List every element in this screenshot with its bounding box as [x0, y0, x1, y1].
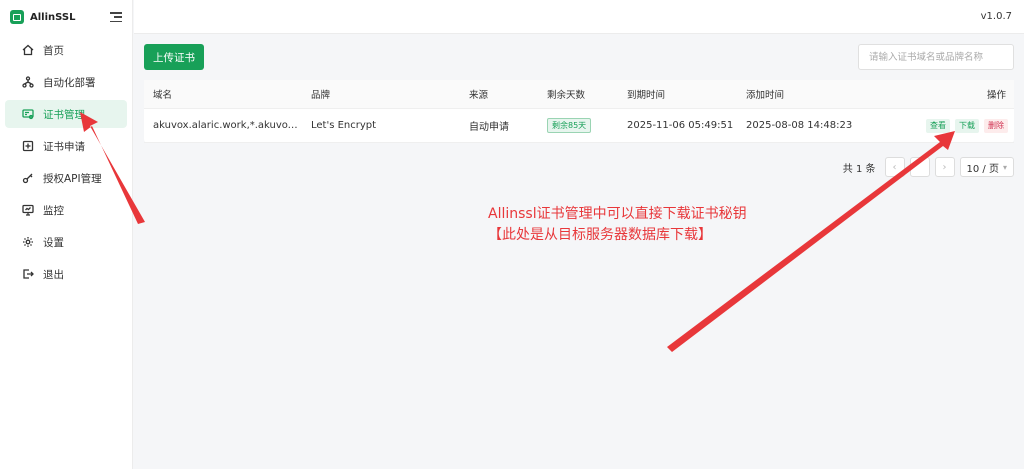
sidebar-item-logout[interactable]: 退出 — [5, 260, 127, 288]
download-button[interactable]: 下载 — [955, 118, 979, 133]
header-ops: 操作 — [910, 87, 1014, 101]
page-size-value: 10 / 页 — [966, 163, 999, 175]
app-name: AllinSSL — [30, 11, 76, 23]
key-icon — [21, 171, 35, 185]
brand: AllinSSL — [0, 0, 132, 34]
cell-added: 2025-08-08 14:48:23 — [746, 120, 853, 131]
cell-brand: Let's Encrypt — [311, 120, 377, 131]
chevron-down-icon: ▾ — [1002, 162, 1007, 172]
days-remaining-badge: 剩余85天 — [547, 118, 592, 133]
annotation-text: Allinssl证书管理中可以直接下载证书秘钥 【此处是从目标服务器数据库下载】 — [488, 204, 747, 246]
version-label: v1.0.7 — [980, 11, 1012, 22]
sidebar-item-label: 退出 — [43, 268, 64, 281]
annotation-line-1: Allinssl证书管理中可以直接下载证书秘钥 — [488, 206, 747, 222]
cell-days: 剩余85天 — [538, 118, 618, 133]
next-page-button[interactable]: › — [934, 157, 955, 177]
topbar: v1.0.7 — [134, 0, 1024, 34]
table-header: 域名 品牌 来源 剩余天数 到期时间 添加时间 操作 — [144, 80, 1014, 109]
table-row: akuvox.alaric.work,*.akuvox.al... Let's … — [144, 109, 1014, 143]
sidebar-item-home[interactable]: 首页 — [5, 36, 127, 64]
sidebar-item-label: 授权API管理 — [43, 172, 102, 185]
annotation-line-2: 【此处是从目标服务器数据库下载】 — [488, 227, 712, 243]
sidebar-item-label: 监控 — [43, 204, 64, 217]
header-added: 添加时间 — [746, 90, 785, 101]
header-ops-label: 操作 — [986, 90, 1006, 101]
cell-expire: 2025-11-06 05:49:51 — [627, 120, 734, 131]
plus-square-icon — [21, 139, 35, 153]
upload-cert-button[interactable]: 上传证书 — [144, 44, 204, 70]
pagination: 共 1 条 ‹ › 10 / 页 ▾ — [843, 157, 1014, 177]
sidebar-item-monitor[interactable]: 监控 — [5, 196, 127, 224]
sidebar-item-api-manage[interactable]: 授权API管理 — [5, 164, 127, 192]
sidebar-item-label: 自动化部署 — [43, 76, 96, 89]
sidebar-item-settings[interactable]: 设置 — [5, 228, 127, 256]
sidebar-item-auto-deploy[interactable]: 自动化部署 — [5, 68, 127, 96]
sidebar-item-cert-apply[interactable]: 证书申请 — [5, 132, 127, 160]
header-domain: 域名 — [153, 90, 173, 101]
header-source: 来源 — [469, 90, 489, 101]
cell-source: 自动申请 — [469, 122, 509, 133]
sidebar-item-cert-manage[interactable]: 证书管理 — [5, 100, 127, 128]
cell-domain: akuvox.alaric.work,*.akuvox.al... — [153, 120, 302, 131]
monitor-icon — [21, 203, 35, 217]
header-expire: 到期时间 — [627, 90, 666, 101]
allinssl-logo-icon — [10, 10, 24, 24]
prev-page-button[interactable]: ‹ — [884, 157, 905, 177]
total-count: 共 1 条 — [842, 163, 876, 175]
toolbar: 上传证书 — [144, 44, 1014, 70]
page-size-select[interactable]: 10 / 页 ▾ — [959, 157, 1014, 177]
header-brand: 品牌 — [311, 90, 331, 101]
gear-icon — [21, 235, 35, 249]
sidebar-item-label: 设置 — [43, 236, 64, 249]
sidebar-menu: 首页 自动化部署 证书管理 证书申请 授权API管理 监控 设置 退出 — [0, 36, 132, 288]
logout-icon — [21, 267, 35, 281]
workflow-icon — [21, 75, 35, 89]
home-icon — [21, 43, 35, 57]
page-number-button[interactable] — [909, 157, 930, 177]
search-input[interactable] — [858, 44, 1014, 70]
sidebar-item-label: 首页 — [43, 44, 64, 57]
sidebar: AllinSSL 首页 自动化部署 证书管理 证书申请 授权API管理 监控 设… — [0, 0, 133, 469]
view-button[interactable]: 查看 — [926, 118, 950, 133]
header-days: 剩余天数 — [547, 90, 586, 101]
collapse-menu-icon[interactable] — [110, 12, 122, 22]
cert-table: 域名 品牌 来源 剩余天数 到期时间 添加时间 操作 akuvox.alaric… — [144, 80, 1014, 143]
delete-button[interactable]: 删除 — [984, 118, 1008, 133]
sidebar-item-label: 证书申请 — [43, 140, 85, 153]
cell-ops: 查看 下载 删除 — [910, 118, 1014, 133]
sidebar-item-label: 证书管理 — [43, 108, 85, 121]
certificate-icon — [21, 107, 35, 121]
